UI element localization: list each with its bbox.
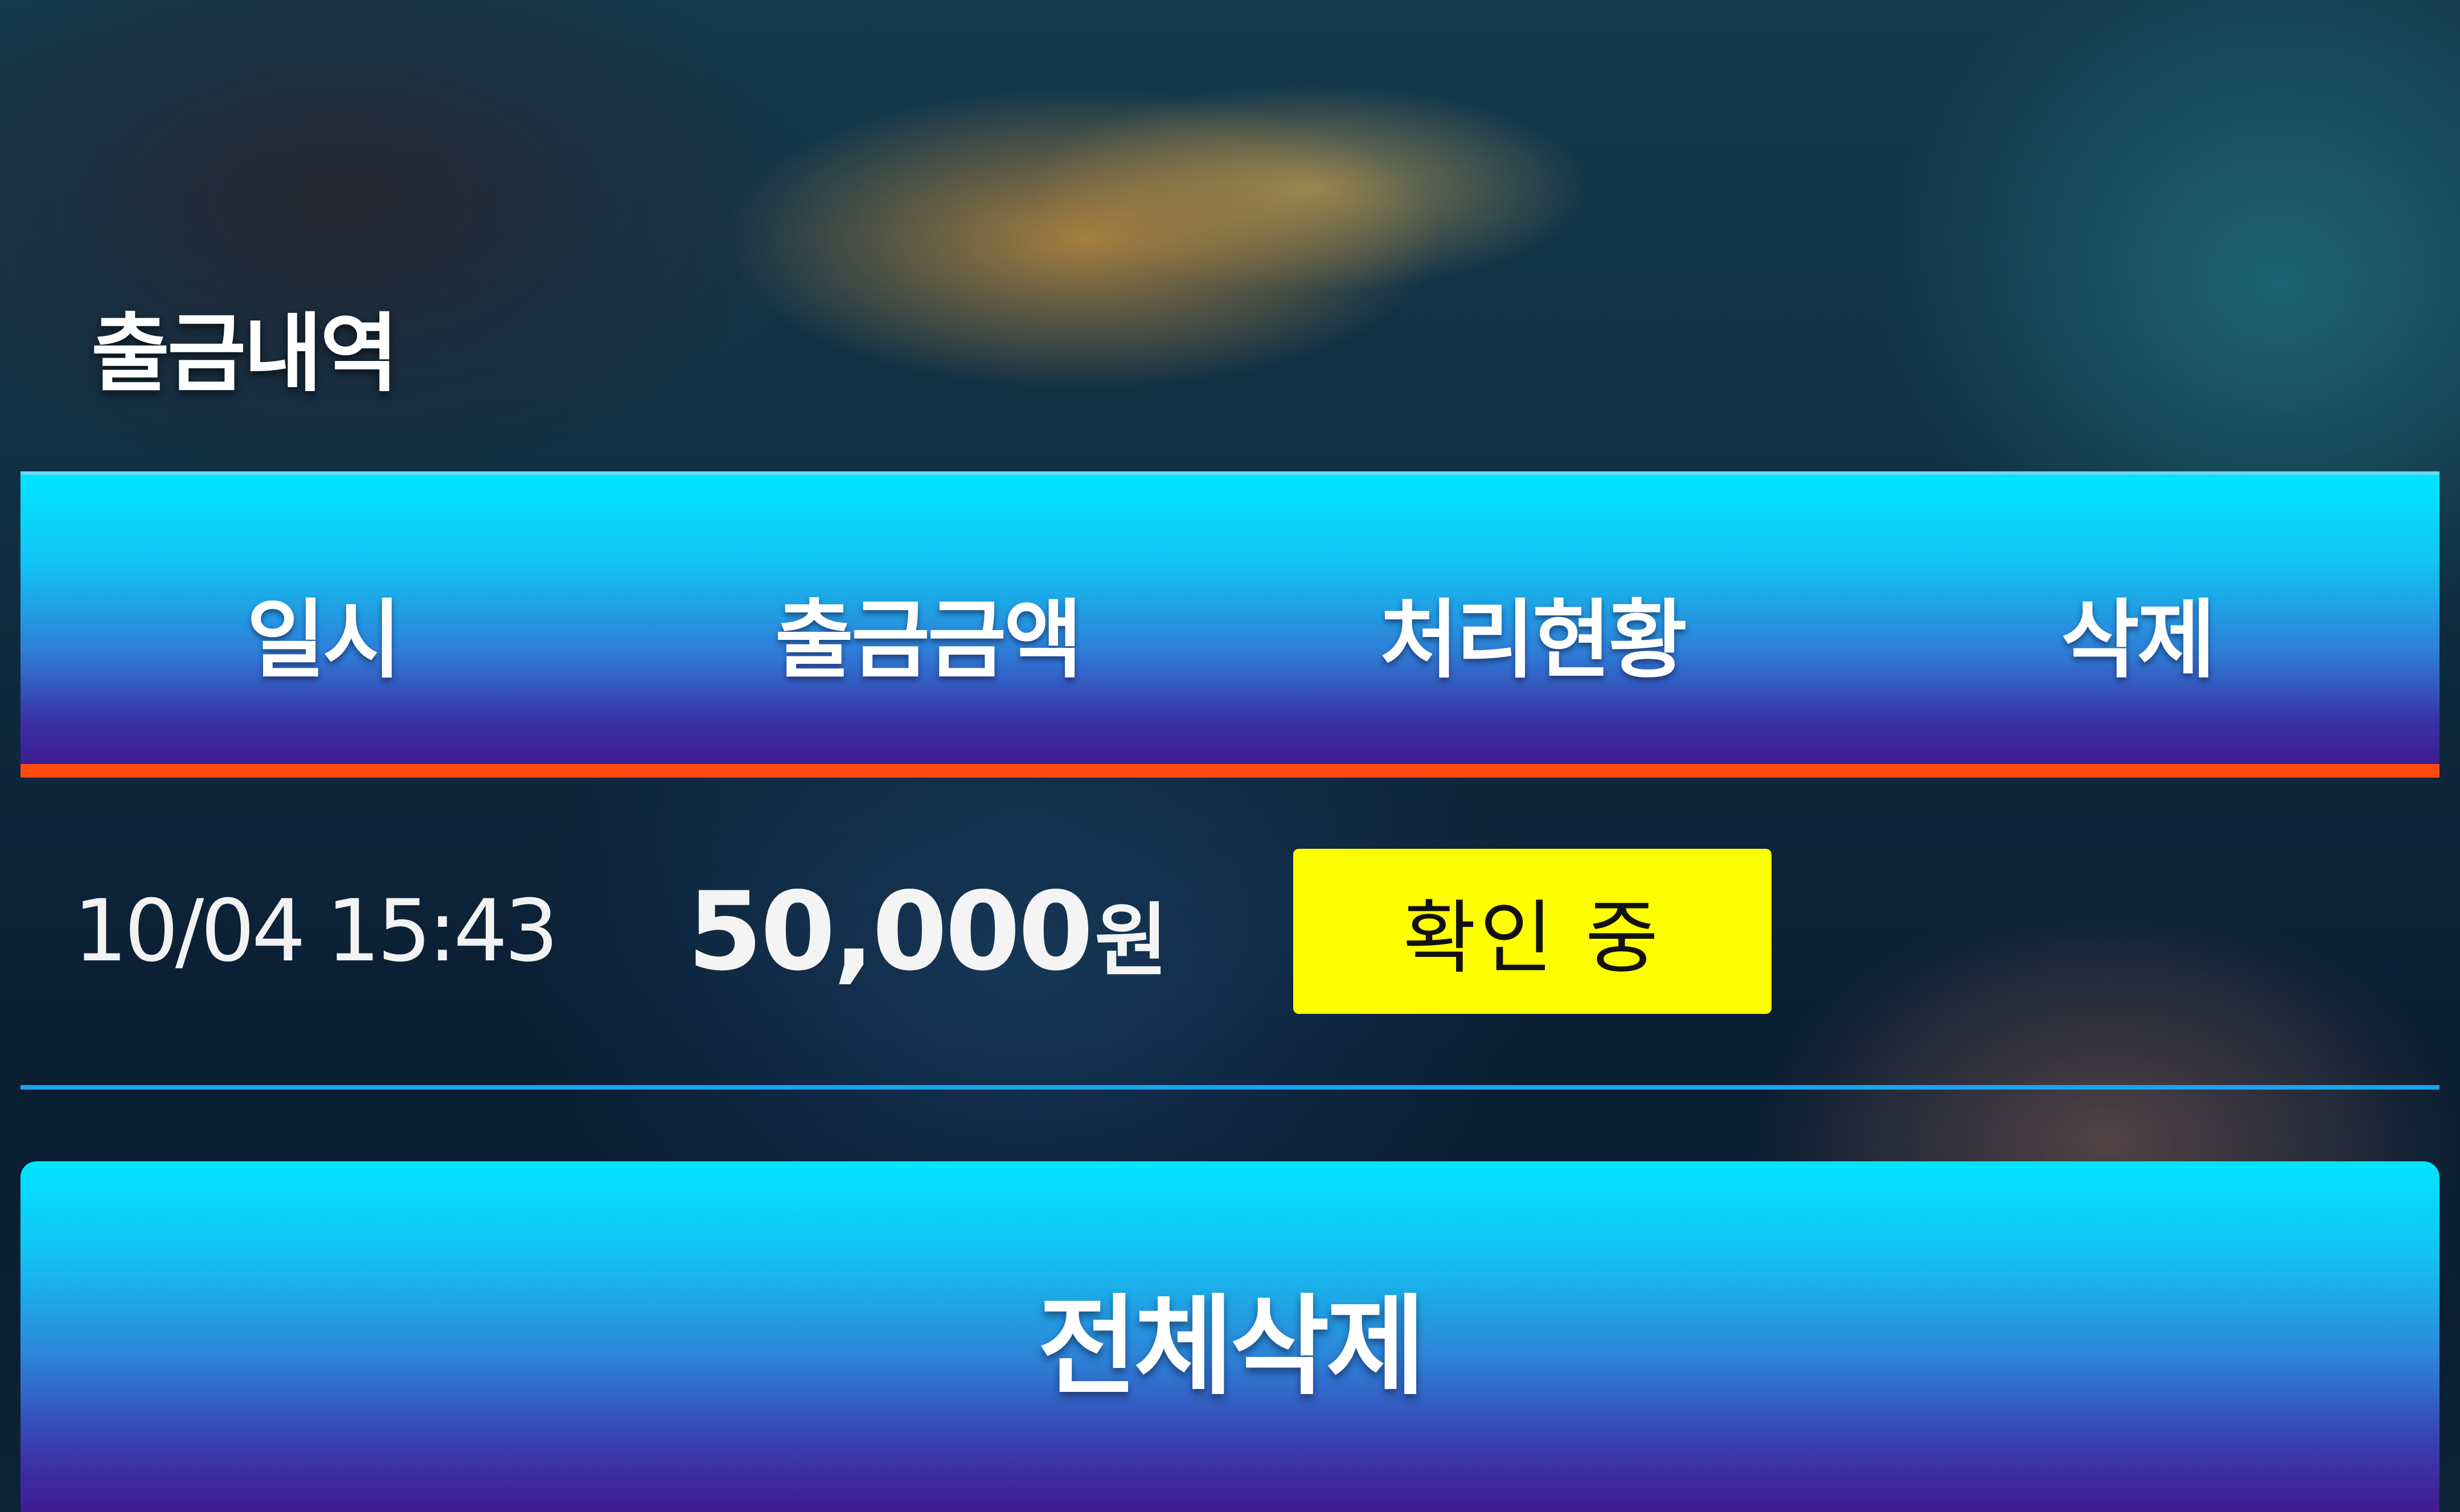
status-badge: 확인 중 (1293, 849, 1772, 1014)
delete-all-button[interactable]: 전체삭제 (20, 1161, 2440, 1512)
cell-datetime: 10/04 15:43 (20, 778, 625, 1085)
column-header-status: 처리현황 (1379, 590, 1687, 690)
column-header-amount: 출금금액 (774, 590, 1083, 690)
table-row: 10/04 15:43 50,000 원 확인 중 (20, 778, 2440, 1085)
column-header-delete: 삭제 (2060, 590, 2216, 690)
withdrawal-amount: 50,000 (687, 868, 1093, 995)
cell-amount: 50,000 원 (625, 778, 1230, 1085)
header-divider (20, 764, 2440, 778)
currency-unit: 원 (1094, 895, 1168, 988)
page-title: 출금내역 (91, 305, 399, 404)
table-header: 일시 출금금액 처리현황 삭제 (20, 471, 2440, 767)
row-divider (20, 1085, 2440, 1090)
column-header-datetime: 일시 (246, 590, 401, 690)
withdrawal-datetime: 10/04 15:43 (73, 882, 559, 981)
cell-status: 확인 중 (1230, 778, 1835, 1085)
cell-delete (1835, 778, 2440, 1085)
